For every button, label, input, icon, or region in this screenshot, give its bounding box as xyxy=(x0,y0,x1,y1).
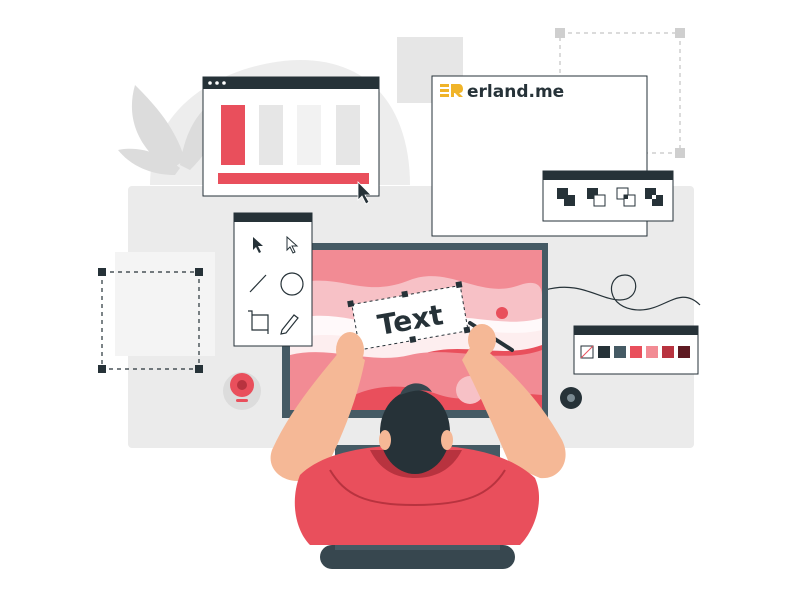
left-hand xyxy=(336,332,364,368)
brand-name: erland.me xyxy=(467,82,564,102)
gray-panel-left xyxy=(115,252,215,356)
pathfinder-panel xyxy=(542,170,674,222)
dark-knob xyxy=(560,387,582,409)
red-knob xyxy=(223,372,261,410)
window-dot-2 xyxy=(215,81,219,85)
right-hand xyxy=(468,324,496,356)
bar-4 xyxy=(336,105,360,165)
color-swatch-1[interactable] xyxy=(598,346,610,358)
illustration-svg: Text erland.me xyxy=(98,28,701,569)
color-swatch-6[interactable] xyxy=(678,346,690,358)
color-palette-panel xyxy=(573,325,699,375)
window-dot-1 xyxy=(208,81,212,85)
no-color-swatch-icon[interactable] xyxy=(580,345,594,359)
progress-bar xyxy=(218,173,369,184)
bar-1 xyxy=(221,105,245,165)
tools-panel xyxy=(233,212,313,347)
color-swatch-5[interactable] xyxy=(662,346,674,358)
window-dot-3 xyxy=(222,81,226,85)
head-hair xyxy=(380,390,450,474)
color-swatch-2[interactable] xyxy=(614,346,626,358)
illustration-scene: Text erland.me xyxy=(0,0,800,600)
brand-logo-icon xyxy=(440,84,463,97)
bar-chart-window xyxy=(202,76,380,197)
color-swatch-4[interactable] xyxy=(646,346,658,358)
bar-3 xyxy=(297,105,321,165)
color-swatch-3[interactable] xyxy=(630,346,642,358)
window-titlebar xyxy=(203,77,379,89)
bar-2 xyxy=(259,105,283,165)
